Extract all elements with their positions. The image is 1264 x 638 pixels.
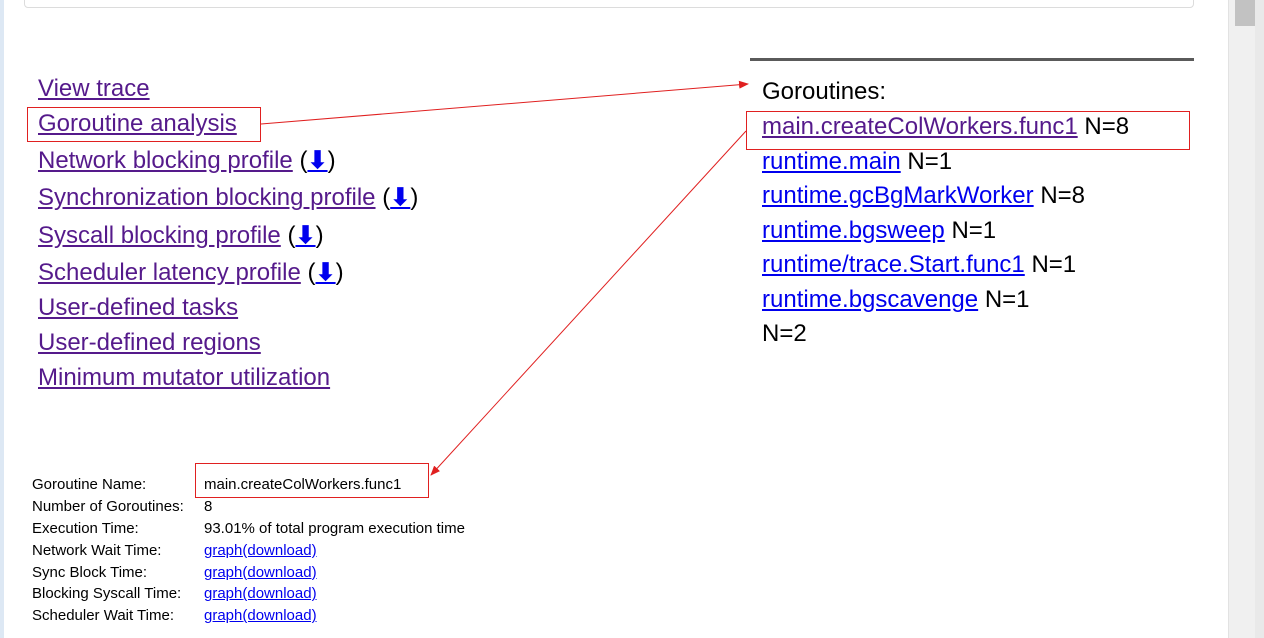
graph-link[interactable]: graph xyxy=(204,564,242,581)
nav-row-network-blocking: Network blocking profile (⬇) xyxy=(38,142,418,179)
detail-value: main.createColWorkers.func1 xyxy=(204,476,402,494)
minimum-mutator-utilization-link[interactable]: Minimum mutator utilization xyxy=(38,364,330,391)
goroutine-count: N=2 xyxy=(762,320,807,347)
network-blocking-profile-link[interactable]: Network blocking profile xyxy=(38,147,293,174)
paren-close: ) xyxy=(327,147,336,174)
goroutines-panel: Goroutines: main.createColWorkers.func1 … xyxy=(762,77,1129,354)
goroutine-link[interactable]: runtime/trace.Start.func1 xyxy=(762,251,1025,278)
paren-close: ) xyxy=(315,222,324,249)
goroutine-count: N=1 xyxy=(907,147,953,175)
goroutine-count: N=8 xyxy=(1084,113,1130,140)
syscall-blocking-profile-link[interactable]: Syscall blocking profile xyxy=(38,222,281,249)
detail-links: graph(download) xyxy=(204,583,465,605)
download-link[interactable]: (download) xyxy=(242,607,316,624)
detail-links: graph(download) xyxy=(204,539,465,561)
detail-key: Network Wait Time: xyxy=(32,541,162,559)
network-download-icon[interactable]: ⬇ xyxy=(307,147,327,174)
goroutine-row: runtime.bgsweep N=1 xyxy=(762,216,1129,251)
detail-key: Execution Time: xyxy=(32,519,139,537)
scrollbar-edge xyxy=(1255,0,1264,638)
download-link[interactable]: (download) xyxy=(242,564,316,581)
nav-row-sync-blocking: Synchronization blocking profile (⬇) xyxy=(38,179,418,217)
detail-row: Goroutine Name: main.createColWorkers.fu… xyxy=(32,474,465,496)
arrow-to-goroutine-detail xyxy=(430,130,747,476)
sync-download-icon[interactable]: ⬇ xyxy=(390,184,410,211)
goroutine-row: runtime.bgscavenge N=1 xyxy=(762,285,1129,320)
sync-blocking-profile-link[interactable]: Synchronization blocking profile xyxy=(38,184,376,211)
user-defined-regions-link[interactable]: User-defined regions xyxy=(38,329,261,356)
goroutines-divider xyxy=(750,58,1194,61)
nav-row-scheduler-latency: Scheduler latency profile (⬇) xyxy=(38,255,418,291)
detail-key: Number of Goroutines: xyxy=(32,498,184,516)
download-link[interactable]: (download) xyxy=(242,585,316,602)
syscall-download-icon[interactable]: ⬇ xyxy=(295,222,315,249)
nav-row-mmu: Minimum mutator utilization xyxy=(38,361,418,395)
detail-row: Blocking Syscall Time: graph(download) xyxy=(32,583,465,605)
detail-links: graph(download) xyxy=(204,605,465,627)
nav-row-user-regions: User-defined regions xyxy=(38,326,418,361)
goroutine-detail: Goroutine Name: main.createColWorkers.fu… xyxy=(32,474,465,627)
goroutine-count: N=1 xyxy=(1031,251,1077,278)
nav-row-syscall-blocking: Syscall blocking profile (⬇) xyxy=(38,217,418,255)
detail-row: Network Wait Time: graph(download) xyxy=(32,539,465,561)
goroutine-detail-table: Goroutine Name: main.createColWorkers.fu… xyxy=(32,474,465,627)
nav-row-user-tasks: User-defined tasks xyxy=(38,291,418,326)
paren-open: ( xyxy=(307,259,316,286)
detail-row: Sync Block Time: graph(download) xyxy=(32,561,465,583)
goroutine-count: N=8 xyxy=(1040,182,1086,209)
detail-value: 93.01% of total program execution time xyxy=(204,519,465,537)
paren-close: ) xyxy=(335,259,344,286)
view-trace-link[interactable]: View trace xyxy=(38,75,150,102)
graph-link[interactable]: graph xyxy=(204,607,242,624)
goroutine-count: N=1 xyxy=(984,285,1030,313)
nav-row-view-trace: View trace xyxy=(38,72,418,107)
goroutine-row: runtime.main N=1 xyxy=(762,147,1129,182)
scrollbar-thumb[interactable] xyxy=(1235,0,1255,26)
graph-link[interactable]: graph xyxy=(204,542,242,559)
goroutine-row: runtime/trace.Start.func1 N=1 xyxy=(762,250,1129,285)
detail-row: Number of Goroutines: 8 xyxy=(32,496,465,518)
goroutine-count: N=1 xyxy=(951,216,997,244)
detail-value: 8 xyxy=(204,498,213,516)
window-left-frame xyxy=(0,0,4,638)
detail-row: Execution Time: 93.01% of total program … xyxy=(32,518,465,540)
top-panel-edge xyxy=(24,0,1194,8)
graph-link[interactable]: graph xyxy=(204,585,242,602)
goroutine-analysis-link[interactable]: Goroutine analysis xyxy=(38,110,237,137)
goroutines-heading: Goroutines: xyxy=(762,78,887,105)
goroutine-row: N=2 xyxy=(762,319,1129,354)
detail-links: graph(download) xyxy=(204,561,465,583)
detail-key: Goroutine Name: xyxy=(32,476,147,494)
paren-open: ( xyxy=(382,184,391,211)
download-link[interactable]: (download) xyxy=(242,542,316,559)
goroutine-link[interactable]: main.createColWorkers.func1 xyxy=(762,113,1078,140)
scheduler-latency-profile-link[interactable]: Scheduler latency profile xyxy=(38,259,301,286)
goroutine-link[interactable]: runtime.bgsweep xyxy=(762,217,945,244)
paren-close: ) xyxy=(410,184,419,211)
goroutine-row: main.createColWorkers.func1 N=8 xyxy=(762,112,1129,147)
trace-nav-list: View trace Goroutine analysis Network bl… xyxy=(38,72,418,395)
detail-key: Scheduler Wait Time: xyxy=(32,607,174,625)
nav-row-goroutine-analysis: Goroutine analysis xyxy=(38,107,418,142)
detail-key: Sync Block Time: xyxy=(32,563,148,581)
user-defined-tasks-link[interactable]: User-defined tasks xyxy=(38,294,238,321)
goroutine-link[interactable]: runtime.gcBgMarkWorker xyxy=(762,182,1034,209)
goroutine-link[interactable]: runtime.main xyxy=(762,148,901,175)
scheduler-download-icon[interactable]: ⬇ xyxy=(316,259,336,286)
vertical-scrollbar[interactable] xyxy=(1228,0,1264,638)
goroutine-row: runtime.gcBgMarkWorker N=8 xyxy=(762,181,1129,216)
goroutine-link[interactable]: runtime.bgscavenge xyxy=(762,286,978,313)
detail-row: Scheduler Wait Time: graph(download) xyxy=(32,605,465,627)
detail-key: Blocking Syscall Time: xyxy=(32,585,182,603)
